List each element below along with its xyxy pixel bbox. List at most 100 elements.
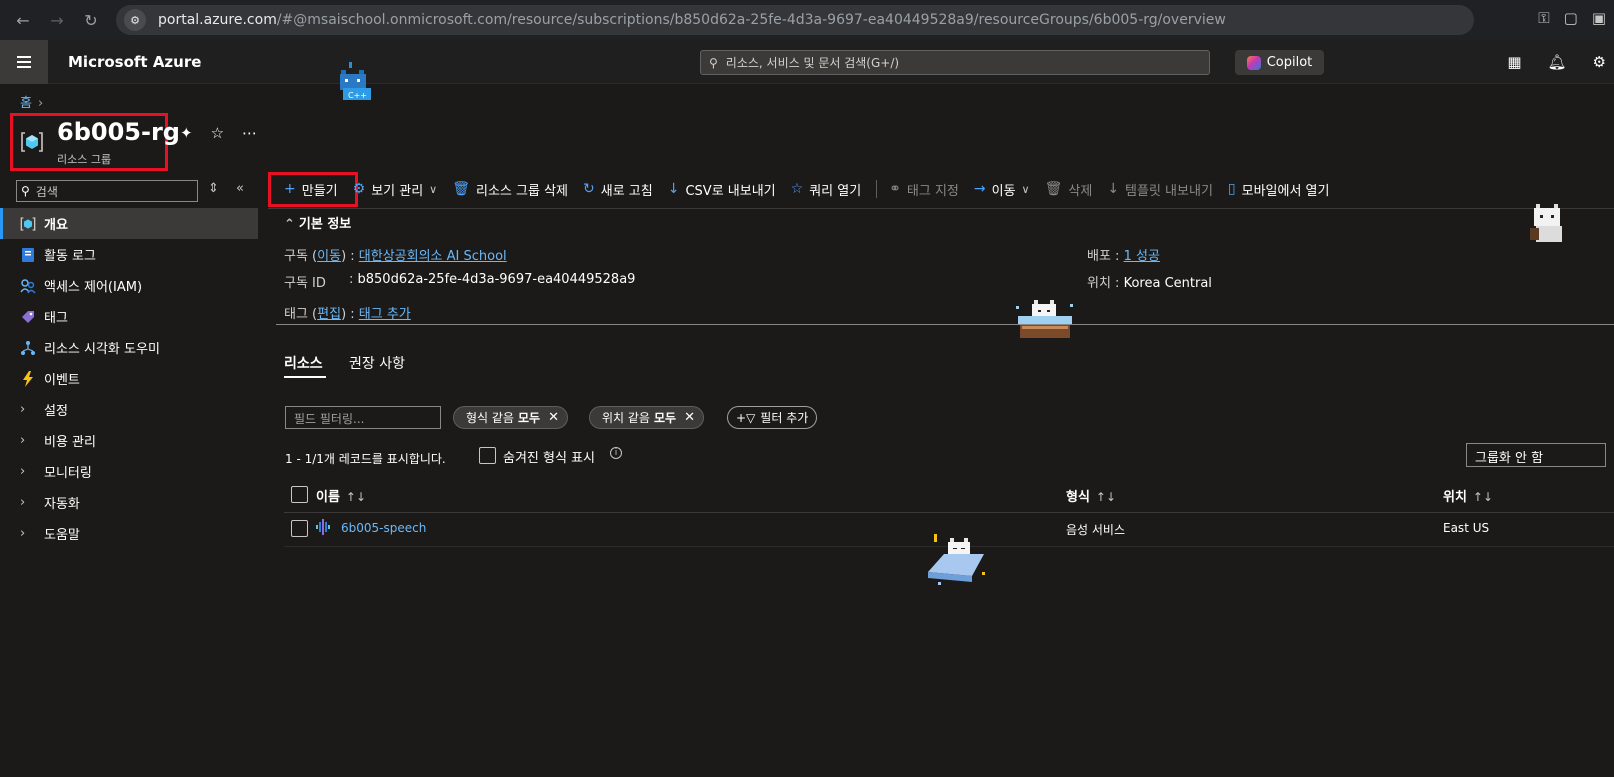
reload-icon[interactable]: ↻ (80, 9, 102, 31)
pin-icon[interactable]: ✦ (180, 124, 193, 142)
sidebar-item-iam[interactable]: 액세스 제어(IAM) (0, 270, 258, 301)
essentials-divider (276, 324, 1614, 325)
expand-collapse-icon[interactable]: ⇕ (208, 181, 219, 196)
export-template-button[interactable]: ↓ 템플릿 내보내기 (1107, 180, 1213, 199)
url-text[interactable]: portal.azure.com/#@msaischool.onmicrosof… (158, 12, 1226, 28)
cloud-shell-icon[interactable]: ▦ (1507, 53, 1521, 71)
move-button[interactable]: → 이동 ∨ (974, 180, 1030, 199)
subscription-label: 구독 (284, 249, 308, 264)
create-button[interactable]: + 만들기 (284, 180, 338, 199)
tags-add-link[interactable]: 태그 추가 (359, 307, 411, 322)
chevron-down-icon: ∨ (1021, 182, 1030, 196)
sidebar-item-label: 개요 (44, 218, 68, 233)
location-filter-value: 모두 (653, 411, 677, 425)
favorite-star-icon[interactable]: ☆ (211, 124, 224, 142)
subscription-move-link[interactable]: 이동 (317, 249, 341, 264)
close-icon[interactable]: ✕ (548, 410, 559, 425)
address-bar[interactable]: ⚙ portal.azure.com/#@msaischool.onmicros… (116, 5, 1474, 35)
info-icon[interactable]: i (610, 447, 622, 459)
manage-view-button[interactable]: ⚙ 보기 관리 ∨ (353, 180, 438, 199)
tab-recommendations[interactable]: 권장 사항 (349, 353, 405, 373)
add-filter-icon: +▽ (736, 410, 756, 425)
field-filter-input[interactable]: 필드 필터링... (285, 406, 441, 429)
cast-icon[interactable]: ▢ (1564, 9, 1578, 27)
refresh-button[interactable]: ↻ 새로 고침 (583, 180, 653, 199)
cat-coffee-sticker-icon (1530, 204, 1562, 242)
global-search-placeholder: 리소스, 서비스 및 문서 검색(G+/) (725, 56, 900, 70)
gear-icon: ⚙ (352, 181, 366, 197)
open-mobile-label: 모바일에서 열기 (1241, 183, 1330, 199)
tab-resources[interactable]: 리소스 (284, 353, 323, 373)
type-filter-pill[interactable]: 형식 같음 모두 ✕ (453, 406, 568, 429)
sidebar-item-label: 모니터링 (44, 466, 92, 481)
arrow-right-icon: → (973, 181, 986, 197)
sidebar-group-help[interactable]: › 도움말 (0, 518, 258, 549)
close-icon[interactable]: ✕ (684, 410, 695, 425)
column-header-location[interactable]: 위치 ↑↓ (1443, 486, 1493, 505)
sidebar-item-activity-log[interactable]: 활동 로그 (0, 239, 258, 270)
chevron-right-icon: › (20, 402, 26, 417)
type-filter-prefix: 형식 같음 (466, 411, 514, 425)
copilot-button[interactable]: Copilot (1235, 50, 1324, 75)
open-query-button[interactable]: ☆ 쿼리 열기 (791, 180, 862, 199)
settings-gear-icon[interactable]: ⚙ (1593, 53, 1606, 71)
sidebar-item-overview[interactable]: 개요 (0, 208, 258, 239)
essentials-header[interactable]: ⌃ 기본 정보 (284, 213, 351, 232)
hamburger-menu-icon[interactable] (0, 40, 48, 84)
visualizer-icon (20, 340, 36, 356)
subscription-value-link[interactable]: 대한상공회의소 AI School (359, 249, 507, 264)
assign-tags-button[interactable]: ⚭ 태그 지정 (889, 180, 959, 199)
location-filter-pill[interactable]: 위치 같음 모두 ✕ (589, 406, 704, 429)
brand-title[interactable]: Microsoft Azure (68, 53, 201, 71)
add-filter-button[interactable]: +▽ 필터 추가 (727, 406, 818, 429)
resource-group-icon (21, 132, 43, 152)
back-arrow-icon[interactable]: ← (12, 9, 34, 31)
open-mobile-button[interactable]: ▯ 모바일에서 열기 (1228, 180, 1330, 199)
install-app-icon[interactable]: ▣ (1592, 9, 1606, 27)
url-host: portal.azure.com (158, 12, 277, 28)
chevron-up-icon: ⌃ (284, 217, 295, 232)
tags-edit-link[interactable]: 편집 (317, 307, 341, 322)
browser-toolbar: ← → ↻ ⚙ portal.azure.com/#@msaischool.on… (0, 0, 1614, 40)
subscription-id-field: 구독 ID (284, 272, 326, 291)
notification-bell-icon[interactable]: 🔔︎ (1548, 53, 1567, 71)
delete-resource-group-button[interactable]: 🗑︎ 리소스 그룹 삭제 (452, 180, 568, 199)
chevron-down-icon: ∨ (429, 182, 438, 196)
sidebar-group-cost-management[interactable]: › 비용 관리 (0, 425, 258, 456)
key-icon[interactable]: ⚿ (1538, 9, 1549, 27)
chevron-right-icon: › (20, 433, 26, 448)
sidebar-item-resource-visualizer[interactable]: 리소스 시각화 도우미 (0, 332, 258, 363)
resource-name-link[interactable]: 6b005-speech (341, 521, 426, 535)
global-search-input[interactable]: ⚲ 리소스, 서비스 및 문서 검색(G+/) (700, 50, 1210, 75)
sidebar-group-monitoring[interactable]: › 모니터링 (0, 456, 258, 487)
sidebar-item-label: 비용 관리 (44, 435, 96, 450)
forward-arrow-icon[interactable]: → (46, 9, 68, 31)
deployments-field: 배포 : 1 성공 (1087, 249, 1160, 264)
column-header-type[interactable]: 형식 ↑↓ (1066, 486, 1116, 505)
trash-icon: 🗑︎ (452, 181, 471, 197)
site-settings-icon[interactable]: ⚙ (124, 9, 146, 31)
collapse-sidebar-icon[interactable]: « (236, 181, 244, 196)
sidebar-group-settings[interactable]: › 설정 (0, 394, 258, 425)
sort-icon: ↑↓ (345, 490, 367, 504)
sidebar-item-label: 리소스 시각화 도우미 (44, 342, 160, 357)
trash-icon: 🗑︎ (1044, 181, 1063, 197)
deployments-value-link[interactable]: 1 성공 (1124, 249, 1160, 264)
select-all-checkbox[interactable] (291, 486, 308, 503)
breadcrumb-home-link[interactable]: 홈 (20, 96, 32, 111)
subscription-id-value: b850d62a-25fe-4d3a-9697-ea40449528a9 (357, 272, 636, 287)
column-header-name[interactable]: 이름 ↑↓ (316, 486, 366, 505)
export-csv-button[interactable]: ↓ CSV로 내보내기 (668, 180, 776, 199)
sidebar-item-tags[interactable]: 태그 (0, 301, 258, 332)
sidebar-search-placeholder: 검색 (35, 184, 58, 199)
sidebar-item-events[interactable]: 이벤트 (0, 363, 258, 394)
sidebar-search-input[interactable]: ⚲ 검색 (16, 180, 198, 202)
row-checkbox[interactable] (291, 520, 308, 537)
subscription-field: 구독 (이동) : 대한상공회의소 AI School (284, 249, 507, 264)
title-actions: ✦ ☆ ⋯ (180, 124, 257, 142)
sidebar-group-automation[interactable]: › 자동화 (0, 487, 258, 518)
delete-button[interactable]: 🗑︎ 삭제 (1045, 180, 1093, 199)
grouping-select[interactable]: 그룹화 안 함 (1466, 443, 1606, 467)
more-options-icon[interactable]: ⋯ (242, 124, 257, 142)
show-hidden-types-checkbox[interactable] (479, 447, 496, 464)
